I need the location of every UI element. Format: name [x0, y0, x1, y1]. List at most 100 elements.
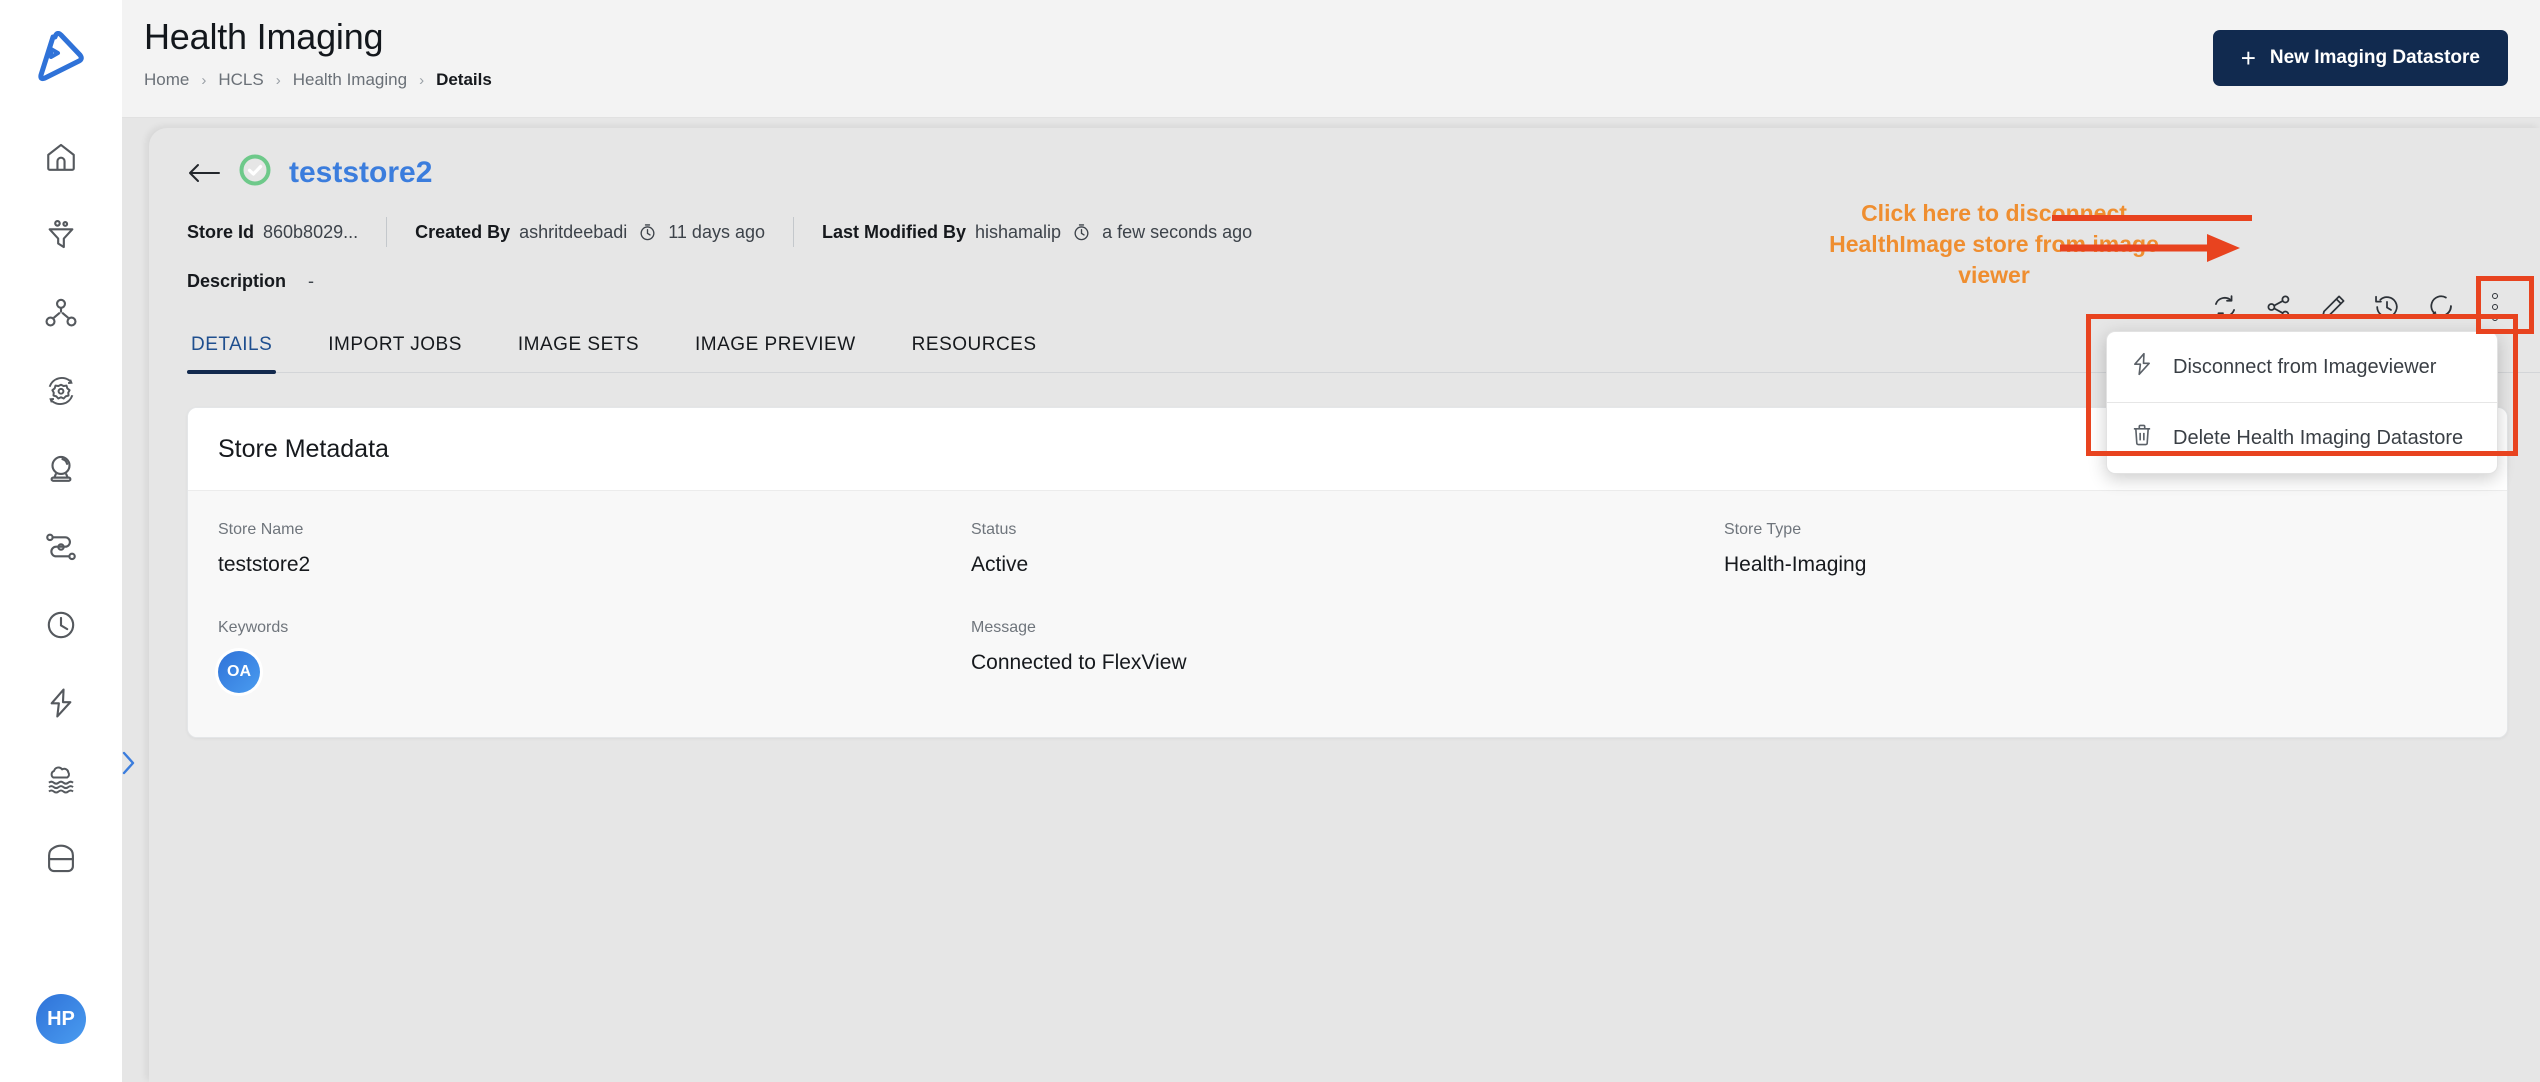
trash-icon	[2129, 422, 2155, 454]
detail-meta-row: Store Id 860b8029... Created By ashritde…	[187, 217, 2540, 247]
created-by-label: Created By	[415, 221, 511, 242]
funnel-icon	[44, 218, 78, 252]
description-value: -	[308, 271, 315, 291]
sidebar-item-database[interactable]	[0, 820, 122, 898]
field-store-type: Store Type Health-Imaging	[1724, 521, 2477, 577]
menu-item-disconnect-from-imageviewer[interactable]: Disconnect from Imageviewer	[2107, 332, 2497, 402]
sidebar-item-settings-sync[interactable]	[0, 352, 122, 430]
sidebar-item-home[interactable]	[0, 118, 122, 196]
more-options-icon[interactable]	[2478, 290, 2512, 324]
avatar[interactable]: HP	[36, 994, 86, 1044]
comment-icon[interactable]	[2424, 290, 2458, 324]
kebab-dot	[2492, 293, 2498, 299]
edit-pencil-icon[interactable]	[2316, 290, 2350, 324]
arrow-left-icon[interactable]	[187, 160, 221, 186]
datastore-name[interactable]: teststore2	[289, 156, 432, 190]
database-icon	[44, 842, 78, 876]
tab-image-sets[interactable]: IMAGE SETS	[514, 334, 643, 372]
breadcrumb-item-hcls[interactable]: HCLS	[218, 70, 263, 90]
more-options-menu: Disconnect from Imageviewer Delete Healt…	[2106, 331, 2498, 474]
sidebar-item-automation[interactable]	[0, 664, 122, 742]
breadcrumb-item-details: Details	[436, 70, 492, 89]
data-lake-icon	[44, 764, 78, 798]
clock-icon	[638, 223, 657, 242]
keyword-avatar[interactable]: OA	[218, 651, 260, 693]
network-nodes-icon	[44, 296, 78, 330]
kebab-dot	[2492, 315, 2498, 321]
sidebar-item-workflow[interactable]	[0, 508, 122, 586]
share-icon[interactable]	[2262, 290, 2296, 324]
field-value: Active	[971, 553, 1029, 576]
divider	[386, 217, 388, 247]
field-label: Store Type	[1724, 521, 1802, 538]
lightning-bolt-icon	[44, 686, 78, 720]
field-status: Status Active	[971, 521, 1724, 577]
tab-image-preview[interactable]: IMAGE PREVIEW	[691, 334, 860, 372]
divider	[793, 217, 794, 247]
chevron-right-icon	[118, 746, 140, 785]
kebab-dot	[2492, 304, 2498, 310]
field-empty	[1724, 619, 2477, 693]
page-title: Health Imaging	[144, 16, 384, 57]
app-logo-icon[interactable]	[0, 0, 122, 118]
field-value: Connected to FlexView	[971, 651, 1187, 674]
field-store-name: Store Name teststore2	[218, 521, 971, 577]
tab-resources[interactable]: RESOURCES	[908, 334, 1041, 372]
store-id-group: Store Id 860b8029...	[187, 222, 358, 243]
left-sidebar: HP	[0, 0, 122, 1082]
store-id-label: Store Id	[187, 221, 255, 242]
clock-icon	[44, 608, 78, 642]
page-header: Health Imaging Home › HCLS › Health Imag…	[122, 0, 2540, 118]
breadcrumb: Home › HCLS › Health Imaging › Details	[144, 70, 2540, 90]
field-keywords: Keywords OA	[218, 619, 971, 693]
new-imaging-datastore-label: New Imaging Datastore	[2269, 47, 2480, 68]
field-value: Health-Imaging	[1724, 553, 1867, 576]
created-by-value: ashritdeebadi	[519, 221, 628, 242]
menu-item-delete-health-imaging-datastore[interactable]: Delete Health Imaging Datastore	[2107, 402, 2497, 473]
breadcrumb-item-home[interactable]: Home	[144, 70, 189, 90]
last-modified-label: Last Modified By	[822, 221, 967, 242]
detail-title-row: teststore2	[187, 154, 2540, 191]
home-icon	[44, 140, 78, 174]
refresh-icon[interactable]	[2208, 290, 2242, 324]
store-metadata-card-body: Store Name teststore2 Status Active Stor…	[188, 491, 2507, 737]
sidebar-item-network[interactable]	[0, 274, 122, 352]
content-panel: teststore2 Store Id 860b8029... Created …	[149, 128, 2540, 1082]
last-modified-at-value: a few seconds ago	[1102, 221, 1253, 242]
field-value: teststore2	[218, 553, 311, 576]
tab-details[interactable]: DETAILS	[187, 334, 277, 374]
sidebar-expand-button[interactable]	[118, 742, 158, 788]
description-row: Description -	[187, 271, 2540, 292]
last-modified-value: hishamalip	[975, 221, 1062, 242]
detail-toolbar	[2208, 290, 2512, 324]
sidebar-item-data-lake[interactable]	[0, 742, 122, 820]
new-imaging-datastore-button[interactable]: + New Imaging Datastore	[2212, 30, 2508, 86]
card-title: Store Metadata	[218, 434, 389, 463]
sidebar-item-insights[interactable]	[0, 430, 122, 508]
chevron-right-icon: ›	[419, 71, 425, 89]
created-at-value: 11 days ago	[668, 221, 765, 242]
menu-item-label: Delete Health Imaging Datastore	[2173, 426, 2464, 449]
clock-icon	[1072, 223, 1091, 242]
history-icon[interactable]	[2370, 290, 2404, 324]
detail-header: teststore2 Store Id 860b8029... Created …	[149, 128, 2540, 292]
field-label: Status	[971, 521, 1017, 538]
settings-sync-icon	[44, 374, 78, 408]
crystal-ball-icon	[44, 452, 78, 486]
last-modified-group: Last Modified By hishamalip a few second…	[822, 222, 1252, 243]
check-circle-icon	[239, 154, 271, 191]
menu-item-label: Disconnect from Imageviewer	[2173, 355, 2437, 378]
field-label: Keywords	[218, 619, 289, 636]
sidebar-item-funnel[interactable]	[0, 196, 122, 274]
sidebar-item-history[interactable]	[0, 586, 122, 664]
app-root: HP Health Imaging Home › HCLS › Health I…	[0, 0, 2540, 1082]
sidebar-nav-list	[0, 118, 122, 898]
chevron-right-icon: ›	[201, 71, 207, 89]
tab-import-jobs[interactable]: IMPORT JOBS	[324, 334, 466, 372]
breadcrumb-item-health-imaging[interactable]: Health Imaging	[293, 70, 407, 90]
chevron-right-icon: ›	[275, 71, 281, 89]
description-label: Description	[187, 271, 287, 291]
field-message: Message Connected to FlexView	[971, 619, 1724, 693]
created-by-group: Created By ashritdeebadi 11 days ago	[415, 222, 765, 243]
store-id-value: 860b8029...	[263, 221, 359, 242]
